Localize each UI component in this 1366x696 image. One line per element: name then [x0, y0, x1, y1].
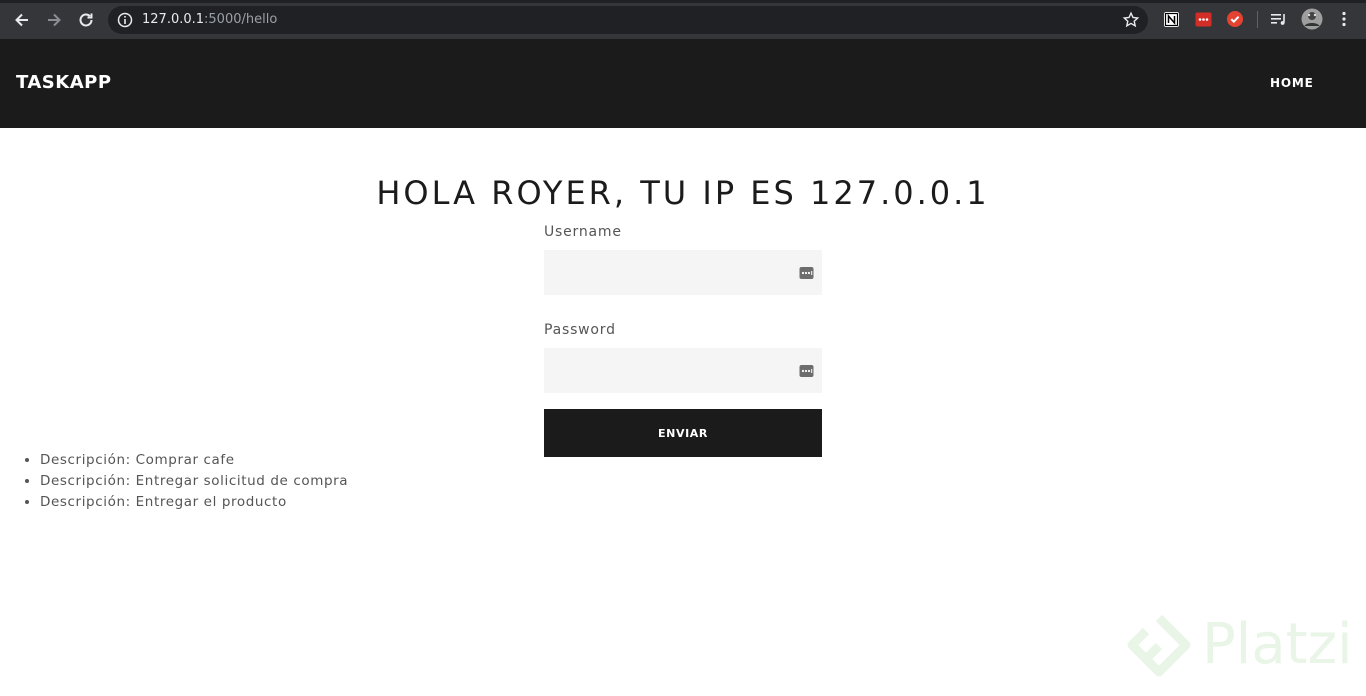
list-item: Descripción: Entregar solicitud de compr… — [40, 472, 348, 493]
tab-strip-edge — [0, 0, 1366, 3]
username-label: Username — [544, 224, 622, 240]
password-manager-key-icon[interactable] — [799, 265, 815, 284]
list-item: Descripción: Comprar cafe — [40, 451, 348, 472]
field-spacer — [544, 295, 822, 320]
forward-arrow-icon[interactable] — [43, 9, 65, 31]
password-input[interactable] — [544, 348, 822, 393]
info-icon[interactable] — [117, 12, 133, 32]
app-navbar: TASKAPP HOME — [0, 39, 1366, 128]
nav-home-link[interactable]: HOME — [1270, 76, 1314, 90]
reload-icon[interactable] — [75, 9, 97, 31]
username-field-wrapper — [544, 250, 822, 295]
todoist-extension-icon[interactable] — [1226, 10, 1244, 28]
url-host: 127.0.0.1 — [142, 12, 205, 27]
back-arrow-icon[interactable] — [11, 9, 33, 31]
username-input[interactable] — [544, 250, 822, 295]
toolbar-separator — [1257, 11, 1258, 28]
password-label: Password — [544, 322, 616, 338]
password-manager-key-icon[interactable] — [799, 363, 815, 382]
platzi-watermark: Platzi — [1124, 612, 1364, 692]
list-item: Descripción: Entregar el producto — [40, 493, 348, 514]
task-list: Descripción: Comprar cafe Descripción: E… — [40, 451, 348, 514]
address-url: 127.0.0.1:5000/hello — [142, 12, 277, 27]
menu-kebab-icon[interactable] — [1335, 10, 1353, 28]
profile-avatar-icon[interactable] — [1301, 8, 1323, 30]
watermark-text: Platzi — [1202, 612, 1353, 677]
star-icon[interactable] — [1122, 11, 1140, 33]
browser-toolbar: 127.0.0.1:5000/hello — [0, 0, 1366, 39]
platzi-logo-icon — [1127, 614, 1191, 677]
login-form: Username Password ENVIAR — [544, 222, 822, 457]
page-title: HOLA ROYER, TU IP ES 127.0.0.1 — [376, 174, 990, 212]
url-path: :5000/hello — [204, 12, 278, 27]
password-field-wrapper — [544, 348, 822, 393]
brand-link[interactable]: TASKAPP — [16, 72, 112, 93]
address-bar[interactable]: 127.0.0.1:5000/hello — [108, 6, 1148, 34]
submit-button[interactable]: ENVIAR — [544, 409, 822, 457]
lastpass-extension-icon[interactable] — [1194, 10, 1212, 28]
notion-extension-icon[interactable] — [1162, 10, 1180, 28]
media-queue-icon[interactable] — [1270, 10, 1288, 28]
